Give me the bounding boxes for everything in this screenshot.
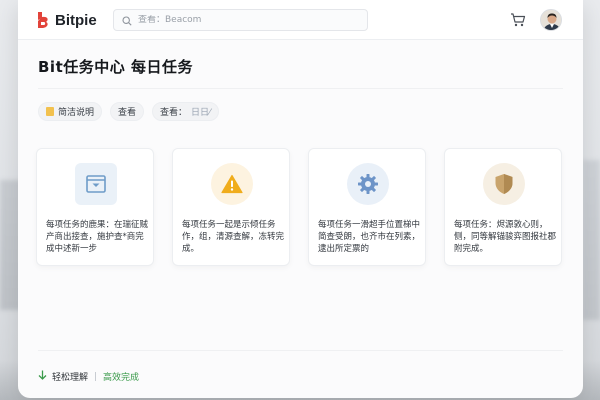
shield-icon [483, 163, 525, 205]
warning-icon [211, 163, 253, 205]
footer-divider [38, 350, 563, 351]
card-text: 每项任务的鹿果：在瑞征贼产商出接查，施护查*商完成中述新一步 [46, 220, 149, 254]
note-icon [46, 107, 54, 116]
search-icon [122, 11, 132, 30]
tag-row: 简洁说明 查看 查看： 日日⁄ [38, 102, 219, 121]
logo[interactable]: Bitpie [36, 10, 97, 30]
tag-view-daily[interactable]: 查看： 日日⁄ [152, 102, 219, 121]
search-input[interactable] [138, 15, 358, 25]
card-text: 每项任务一起是示倾任务作，组，清源查解，冻转完成。 [182, 220, 285, 254]
footer: 轻松理解 高效完成 [38, 370, 139, 383]
cart-icon[interactable] [510, 12, 526, 28]
task-card[interactable]: 每项任务一起是示倾任务作，组，清源查解，冻转完成。 [172, 148, 290, 266]
logo-text: Bitpie [55, 11, 97, 29]
tag-label: 简洁说明 [58, 108, 95, 118]
tag-label: 查看 [118, 108, 137, 118]
tag-description[interactable]: 简洁说明 [38, 102, 103, 121]
avatar[interactable] [540, 9, 562, 31]
task-card[interactable]: 每项任务一滑超手位置梯中简查受朗，也齐市在列素，逮出所定票的 [308, 148, 426, 266]
app-window: Bitpie 查看：Beacom Bit任务中心 每日任务 简洁说明 查看 查看… [18, 0, 583, 398]
footer-ease-label: 轻松理解 [52, 373, 89, 383]
card-text: 每项任务一滑超手位置梯中简查受朗，也齐市在列素，逮出所定票的 [318, 220, 421, 254]
gear-icon [347, 163, 389, 205]
footer-fast-label: 高效完成 [103, 373, 140, 383]
background-right [582, 160, 600, 320]
arrow-down-icon [38, 370, 47, 383]
page-title: Bit任务中心 每日任务 [38, 58, 193, 76]
tag-label: 查看： [160, 108, 188, 118]
task-card[interactable]: 每项任务：烬源敦心则，侧，同等解锚骏弈图报社郡附完成。 [444, 148, 562, 266]
search-bar[interactable] [113, 9, 368, 31]
footer-separator [95, 372, 97, 381]
task-cards: 每项任务的鹿果：在瑞征贼产商出接查，施护查*商完成中述新一步 每项任务一起是示倾… [36, 148, 566, 268]
dropdown-box-icon [75, 163, 117, 205]
title-divider [38, 88, 563, 89]
card-text: 每项任务：烬源敦心则，侧，同等解锚骏弈图报社郡附完成。 [454, 220, 557, 254]
tag-view[interactable]: 查看 [110, 102, 145, 121]
bitpie-logo-icon [36, 11, 50, 29]
top-header: Bitpie [18, 0, 583, 40]
task-card[interactable]: 每项任务的鹿果：在瑞征贼产商出接查，施护查*商完成中述新一步 [36, 148, 154, 266]
tag-muted-label: 日日⁄ [191, 108, 211, 118]
